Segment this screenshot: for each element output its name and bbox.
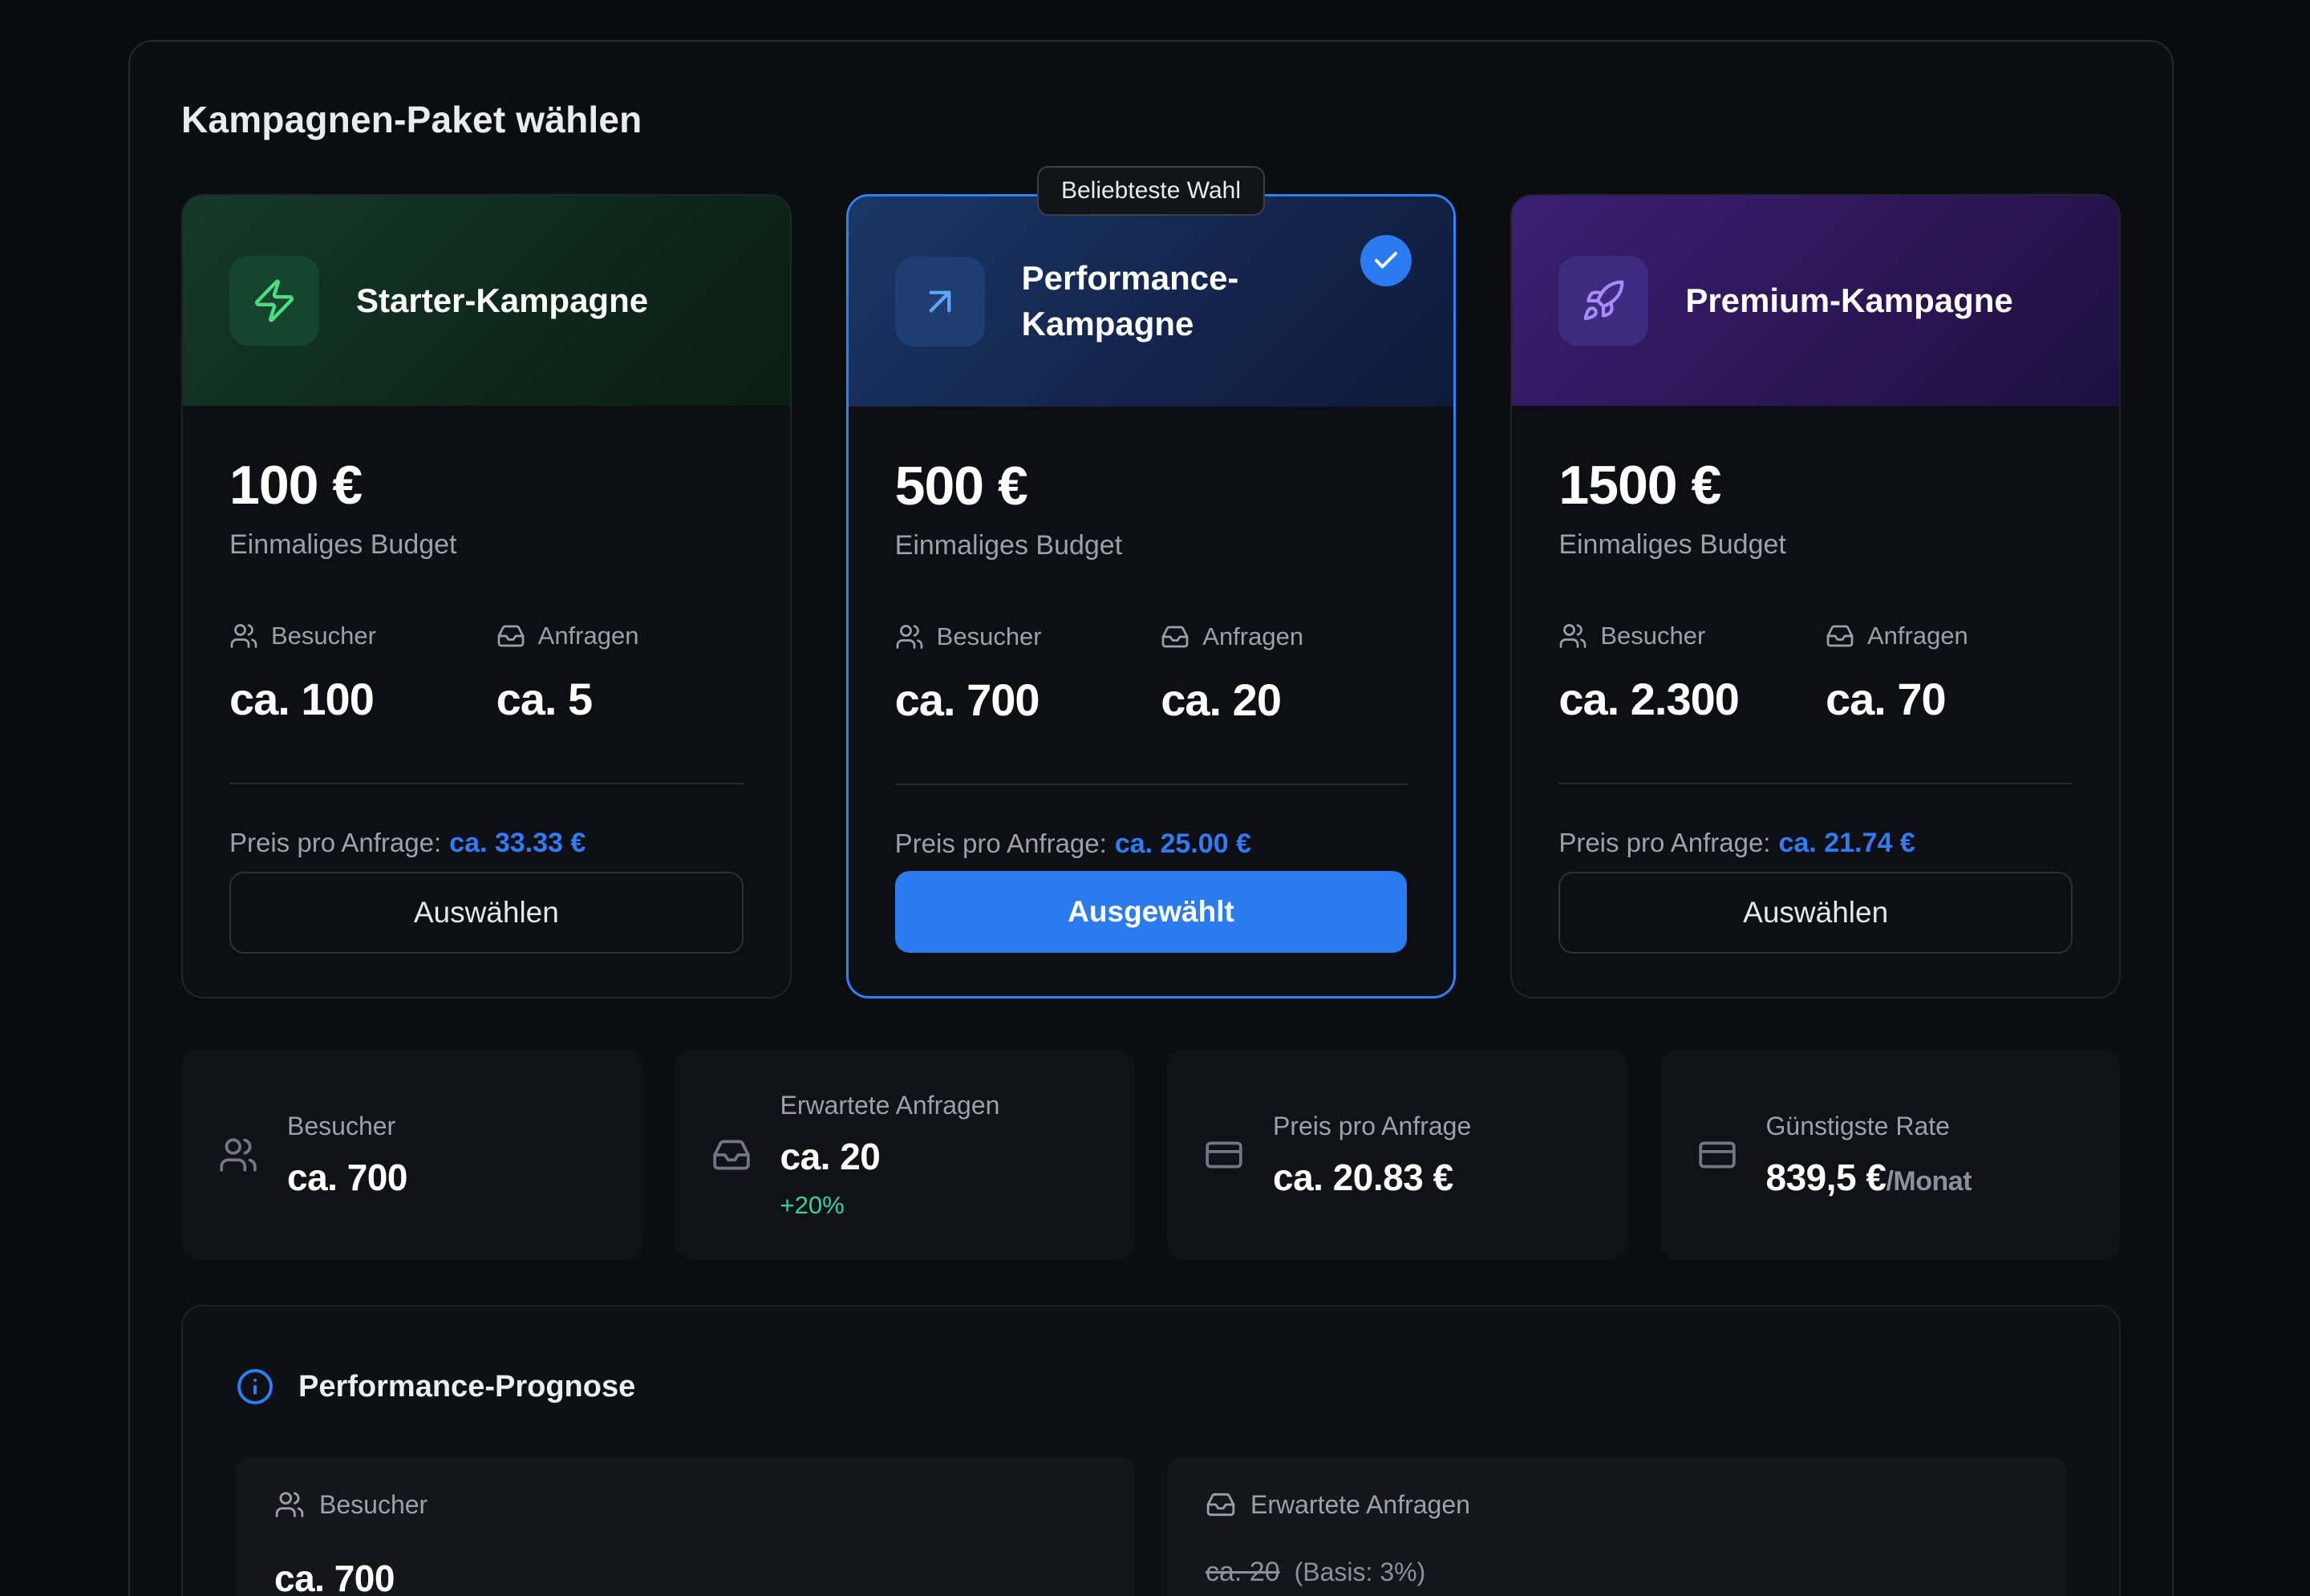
- arrow-up-right-icon: [895, 257, 985, 346]
- forecast-visitors-card: Besucher ca. 700 167 pro Woche: [236, 1457, 1135, 1596]
- price-label: Einmaliges Budget: [1558, 529, 2073, 561]
- forecast-requests-label: Erwartete Anfragen: [1250, 1490, 1470, 1520]
- stat-value: ca. 20.83 €: [1273, 1156, 1471, 1199]
- requests-label: Anfragen: [1202, 622, 1303, 651]
- cpl-value: ca. 25.00 €: [1115, 828, 1251, 859]
- price-label: Einmaliges Budget: [895, 530, 1408, 561]
- performance-forecast-section: Performance-Prognose Besucher ca. 700 16…: [181, 1305, 2121, 1596]
- stat-card-expected-requests: Erwartete Anfragen ca. 20 +20%: [675, 1050, 1136, 1260]
- campaign-package-panel: Kampagnen-Paket wählen Starter-Kampagne …: [128, 40, 2174, 1596]
- stat-value: 839,5 €/Monat: [1766, 1156, 1972, 1199]
- zap-icon: [229, 256, 319, 346]
- package-price: 100 €: [229, 454, 744, 516]
- package-cards: Starter-Kampagne 100 € Einmaliges Budget…: [181, 194, 2121, 999]
- package-name: Premium-Kampagne: [1685, 278, 2012, 324]
- premium-card-header: Premium-Kampagne: [1512, 196, 2119, 406]
- users-icon: [218, 1135, 258, 1175]
- forecast-requests-base: ca. 20: [1206, 1557, 1280, 1588]
- stat-card-cheapest-rate: Günstigste Rate 839,5 €/Monat: [1660, 1050, 2122, 1260]
- stat-suffix: /Monat: [1886, 1166, 1972, 1197]
- inbox-icon: [1826, 622, 1854, 650]
- cpl-label: Preis pro Anfrage:: [229, 828, 441, 857]
- requests-value: ca. 20: [1161, 674, 1407, 726]
- starter-card-header: Starter-Kampagne: [183, 196, 790, 406]
- forecast-requests-card: Erwartete Anfragen ca. 20 (Basis: 3%) ca…: [1167, 1457, 2066, 1596]
- visitors-label: Besucher: [1600, 622, 1705, 650]
- package-name: Starter-Kampagne: [356, 278, 648, 324]
- stat-label: Besucher: [287, 1112, 407, 1141]
- package-card-performance[interactable]: Beliebteste Wahl Performance-Kampagne 50…: [846, 194, 1457, 999]
- stat-label: Günstigste Rate: [1766, 1112, 1972, 1141]
- inbox-icon: [1206, 1489, 1236, 1520]
- forecast-title: Performance-Prognose: [298, 1370, 635, 1404]
- stat-value: ca. 20: [780, 1135, 1000, 1178]
- info-icon: [236, 1367, 274, 1406]
- package-price: 1500 €: [1558, 454, 2073, 516]
- users-icon: [274, 1489, 305, 1520]
- users-icon: [1558, 622, 1587, 650]
- package-name: Performance-Kampagne: [1022, 256, 1343, 346]
- page-title: Kampagnen-Paket wählen: [181, 98, 2121, 141]
- stat-card-price-per-request: Preis pro Anfrage ca. 20.83 €: [1167, 1050, 1628, 1260]
- inbox-icon: [711, 1135, 752, 1175]
- visitors-value: ca. 700: [895, 674, 1161, 726]
- forecast-requests-base-note: (Basis: 3%): [1295, 1558, 1426, 1587]
- stat-label: Preis pro Anfrage: [1273, 1112, 1471, 1141]
- visitors-label: Besucher: [937, 622, 1042, 651]
- package-price: 500 €: [895, 455, 1408, 517]
- stat-value: ca. 700: [287, 1156, 407, 1199]
- requests-label: Anfragen: [538, 622, 639, 650]
- credit-card-icon: [1697, 1135, 1737, 1175]
- users-icon: [229, 622, 258, 650]
- requests-value: ca. 70: [1826, 673, 2073, 725]
- inbox-icon: [1161, 622, 1189, 651]
- select-premium-button[interactable]: Auswählen: [1558, 872, 2073, 954]
- stat-card-visitors: Besucher ca. 700: [181, 1050, 642, 1260]
- visitors-value: ca. 100: [229, 673, 496, 725]
- visitors-label: Besucher: [271, 622, 376, 650]
- price-label: Einmaliges Budget: [229, 529, 744, 561]
- check-icon: [1360, 235, 1412, 286]
- credit-card-icon: [1204, 1135, 1244, 1175]
- select-starter-button[interactable]: Auswählen: [229, 872, 744, 954]
- users-icon: [895, 622, 924, 651]
- cpl-label: Preis pro Anfrage:: [1558, 828, 1770, 857]
- package-card-premium[interactable]: Premium-Kampagne 1500 € Einmaliges Budge…: [1510, 194, 2121, 999]
- divider: [229, 783, 744, 784]
- forecast-visitors-value: ca. 700: [274, 1557, 1096, 1596]
- divider: [895, 784, 1408, 785]
- cpl-value: ca. 33.33 €: [449, 828, 586, 858]
- cpl-value: ca. 21.74 €: [1778, 828, 1915, 858]
- divider: [1558, 783, 2073, 784]
- stat-delta: +20%: [780, 1191, 1000, 1220]
- performance-card-header: Performance-Kampagne: [849, 196, 1454, 407]
- popular-badge: Beliebteste Wahl: [1037, 166, 1265, 216]
- summary-stats-row: Besucher ca. 700 Erwartete Anfragen ca. …: [181, 1050, 2121, 1260]
- stat-label: Erwartete Anfragen: [780, 1091, 1000, 1120]
- requests-label: Anfragen: [1867, 622, 1968, 650]
- select-performance-button[interactable]: Ausgewählt: [895, 871, 1408, 953]
- visitors-value: ca. 2.300: [1558, 673, 1826, 725]
- rocket-icon: [1558, 256, 1648, 346]
- package-card-starter[interactable]: Starter-Kampagne 100 € Einmaliges Budget…: [181, 194, 792, 999]
- cpl-label: Preis pro Anfrage:: [895, 828, 1107, 858]
- requests-value: ca. 5: [496, 673, 744, 725]
- inbox-icon: [496, 622, 525, 650]
- forecast-visitors-label: Besucher: [319, 1490, 428, 1520]
